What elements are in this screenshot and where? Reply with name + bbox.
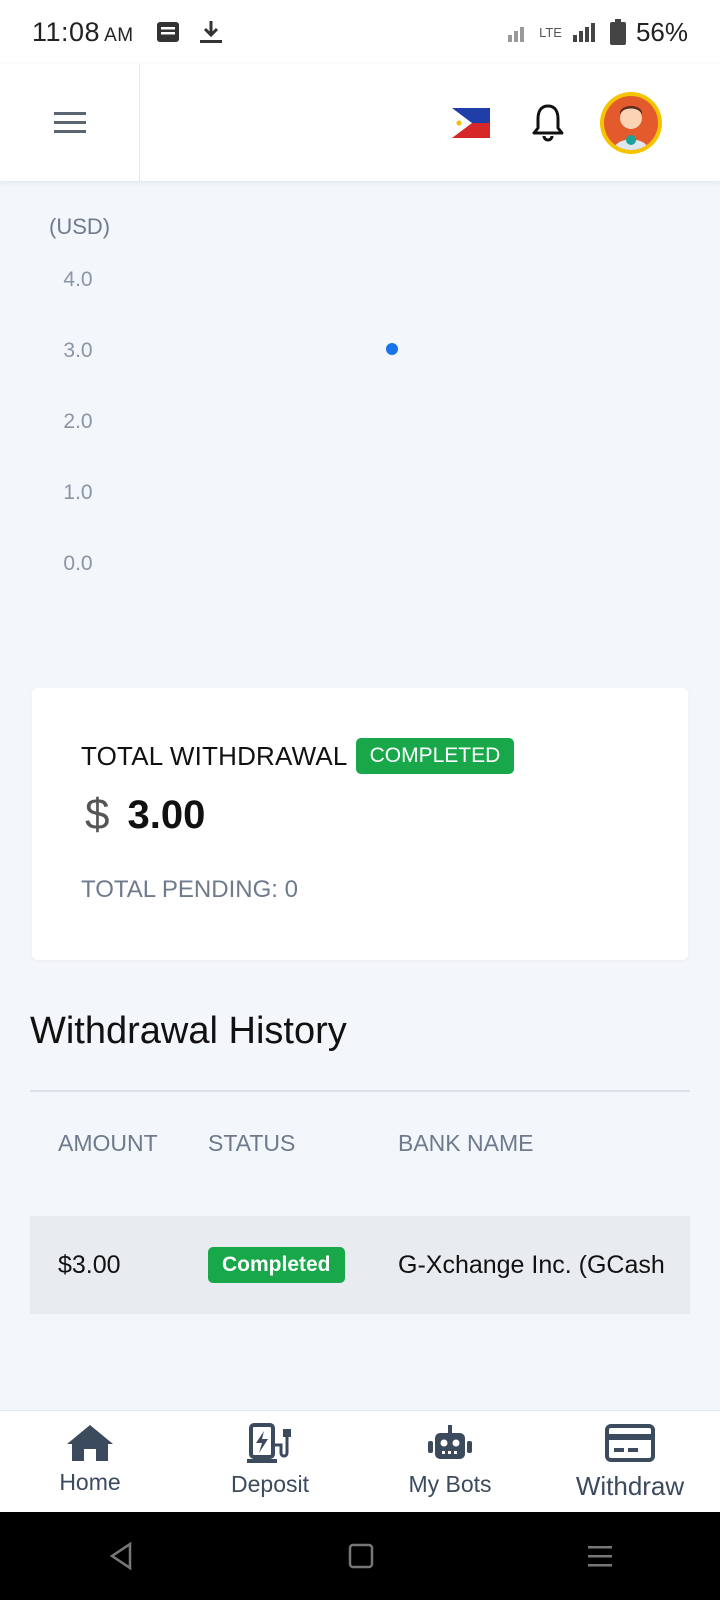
nav-withdraw[interactable]: Withdraw (540, 1411, 720, 1512)
total-pending: TOTAL PENDING: 0 (81, 876, 298, 903)
withdrawal-summary-card: TOTAL WITHDRAWAL COMPLETED $ 3.00 TOTAL … (32, 688, 688, 960)
column-amount: AMOUNT (58, 1130, 158, 1156)
divider (30, 1090, 690, 1092)
back-icon[interactable] (106, 1541, 136, 1571)
nav-deposit-label: Deposit (231, 1471, 309, 1497)
menu-button[interactable] (0, 64, 140, 182)
home-button-icon[interactable] (347, 1542, 375, 1570)
signal-icon-2 (572, 23, 595, 42)
row-bank-name: G-Xchange Inc. (GCash (398, 1250, 665, 1279)
nav-home[interactable]: Home (0, 1411, 180, 1512)
system-navigation-bar (0, 1512, 720, 1600)
row-status-badge: Completed (208, 1247, 345, 1283)
nav-withdraw-label: Withdraw (575, 1471, 685, 1501)
withdrawal-chart: (USD) 4.0 3.0 2.0 1.0 0.0 (0, 182, 720, 652)
philippines-flag-icon[interactable] (452, 108, 490, 138)
user-avatar-icon (614, 106, 648, 150)
charging-station-icon (247, 1423, 291, 1463)
menu-icon (53, 112, 86, 133)
message-icon (156, 22, 179, 42)
network-type: LTE (539, 24, 562, 40)
download-icon (199, 21, 222, 43)
y-tick-label: 0.0 (63, 552, 92, 575)
app-header (0, 64, 720, 182)
total-amount: 3.00 (127, 792, 206, 837)
row-amount: $3.00 (58, 1250, 121, 1279)
nav-deposit[interactable]: Deposit (180, 1411, 360, 1512)
y-tick-label: 1.0 (63, 481, 92, 504)
currency-symbol: $ (85, 790, 110, 839)
y-tick-label: 3.0 (63, 339, 92, 362)
recents-icon[interactable] (586, 1542, 614, 1570)
credit-card-icon (605, 1424, 655, 1462)
bell-icon[interactable] (530, 102, 566, 142)
signal-icon (508, 27, 525, 42)
total-withdrawal-label: TOTAL WITHDRAWAL (81, 740, 348, 771)
y-tick-label: 4.0 (63, 268, 92, 291)
battery-icon (609, 19, 626, 45)
nav-my-bots-label: My Bots (408, 1471, 492, 1497)
withdrawal-history-table: AMOUNT STATUS BANK NAME $3.00 Completed … (30, 1130, 690, 1314)
table-header: AMOUNT STATUS BANK NAME (30, 1130, 690, 1210)
robot-icon (428, 1425, 472, 1459)
withdraw-page: 11:08 AM LTE 56% (USD) 4.0 3.0 2.0 1.0 0… (0, 0, 720, 1600)
completed-badge: COMPLETED (355, 738, 515, 774)
avatar[interactable] (600, 92, 662, 154)
y-tick-label: 2.0 (63, 410, 92, 433)
chart-svg: 4.0 3.0 2.0 1.0 0.0 (63, 268, 398, 575)
column-status: STATUS (208, 1130, 296, 1156)
data-point[interactable] (386, 343, 398, 355)
withdrawal-history-title: Withdrawal History (30, 1010, 347, 1052)
nav-my-bots[interactable]: My Bots (360, 1411, 540, 1512)
status-bar: 11:08 AM LTE 56% (0, 0, 720, 64)
table-row[interactable]: $3.00 Completed G-Xchange Inc. (GCash (30, 1216, 690, 1314)
column-bank-name: BANK NAME (398, 1130, 534, 1156)
nav-home-label: Home (59, 1469, 121, 1495)
bottom-navigation: Home Deposit My Bots Withdraw (0, 1410, 720, 1512)
status-time: 11:08 AM (32, 16, 134, 47)
battery-level: 56% (635, 16, 688, 47)
home-icon (67, 1425, 113, 1461)
